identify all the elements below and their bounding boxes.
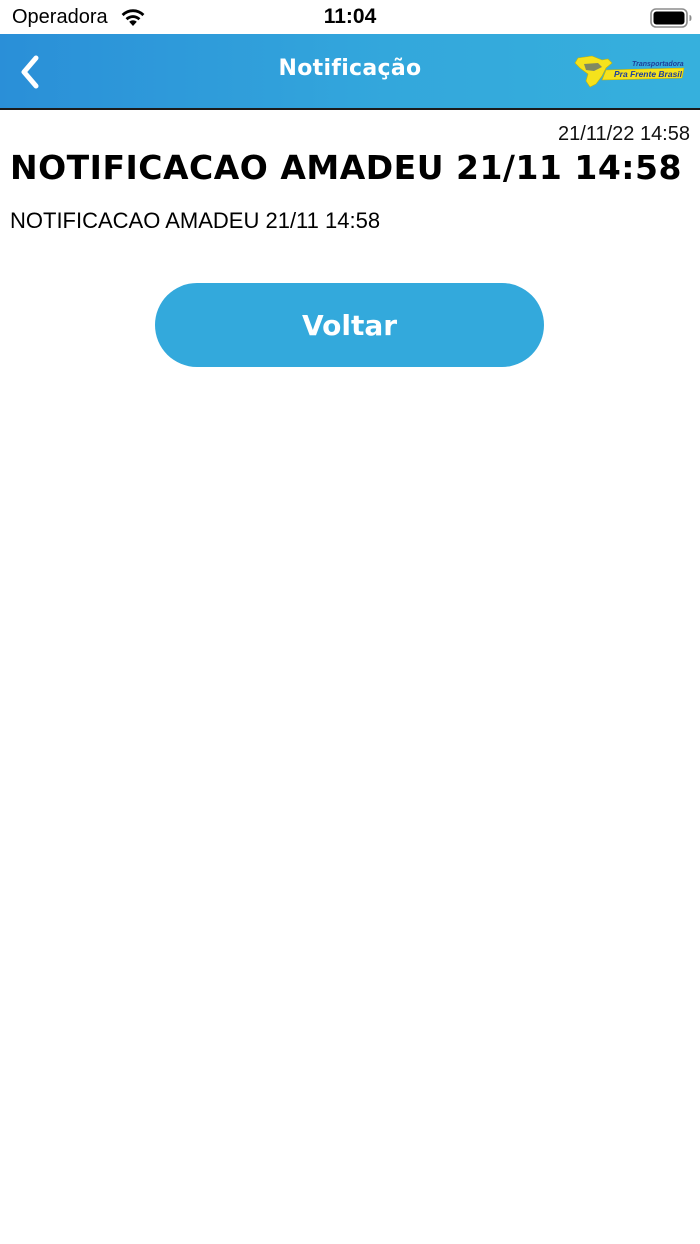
voltar-button[interactable]: Voltar — [155, 283, 544, 367]
notification-screen: Operadora 11:04 Notificação Transportado… — [0, 0, 700, 1244]
status-bar: Operadora 11:04 — [0, 0, 700, 34]
logo-line1: Transportadora — [632, 61, 684, 68]
brand-logo: Transportadora Pra Frente Brasil — [574, 55, 685, 88]
status-time: 11:04 — [323, 5, 377, 28]
nav-bar: Notificação Transportadora Pra Frente Br… — [0, 34, 700, 110]
notification-title: NOTIFICACAO AMADEU 21/11 14:58 — [10, 148, 682, 187]
notification-timestamp: 21/11/22 14:58 — [558, 123, 690, 145]
logo-line2: Pra Frente Brasil — [614, 69, 683, 79]
voltar-button-label: Voltar — [301, 308, 398, 342]
notification-body: NOTIFICACAO AMADEU 21/11 14:58 — [10, 208, 381, 233]
battery-icon — [650, 8, 692, 28]
